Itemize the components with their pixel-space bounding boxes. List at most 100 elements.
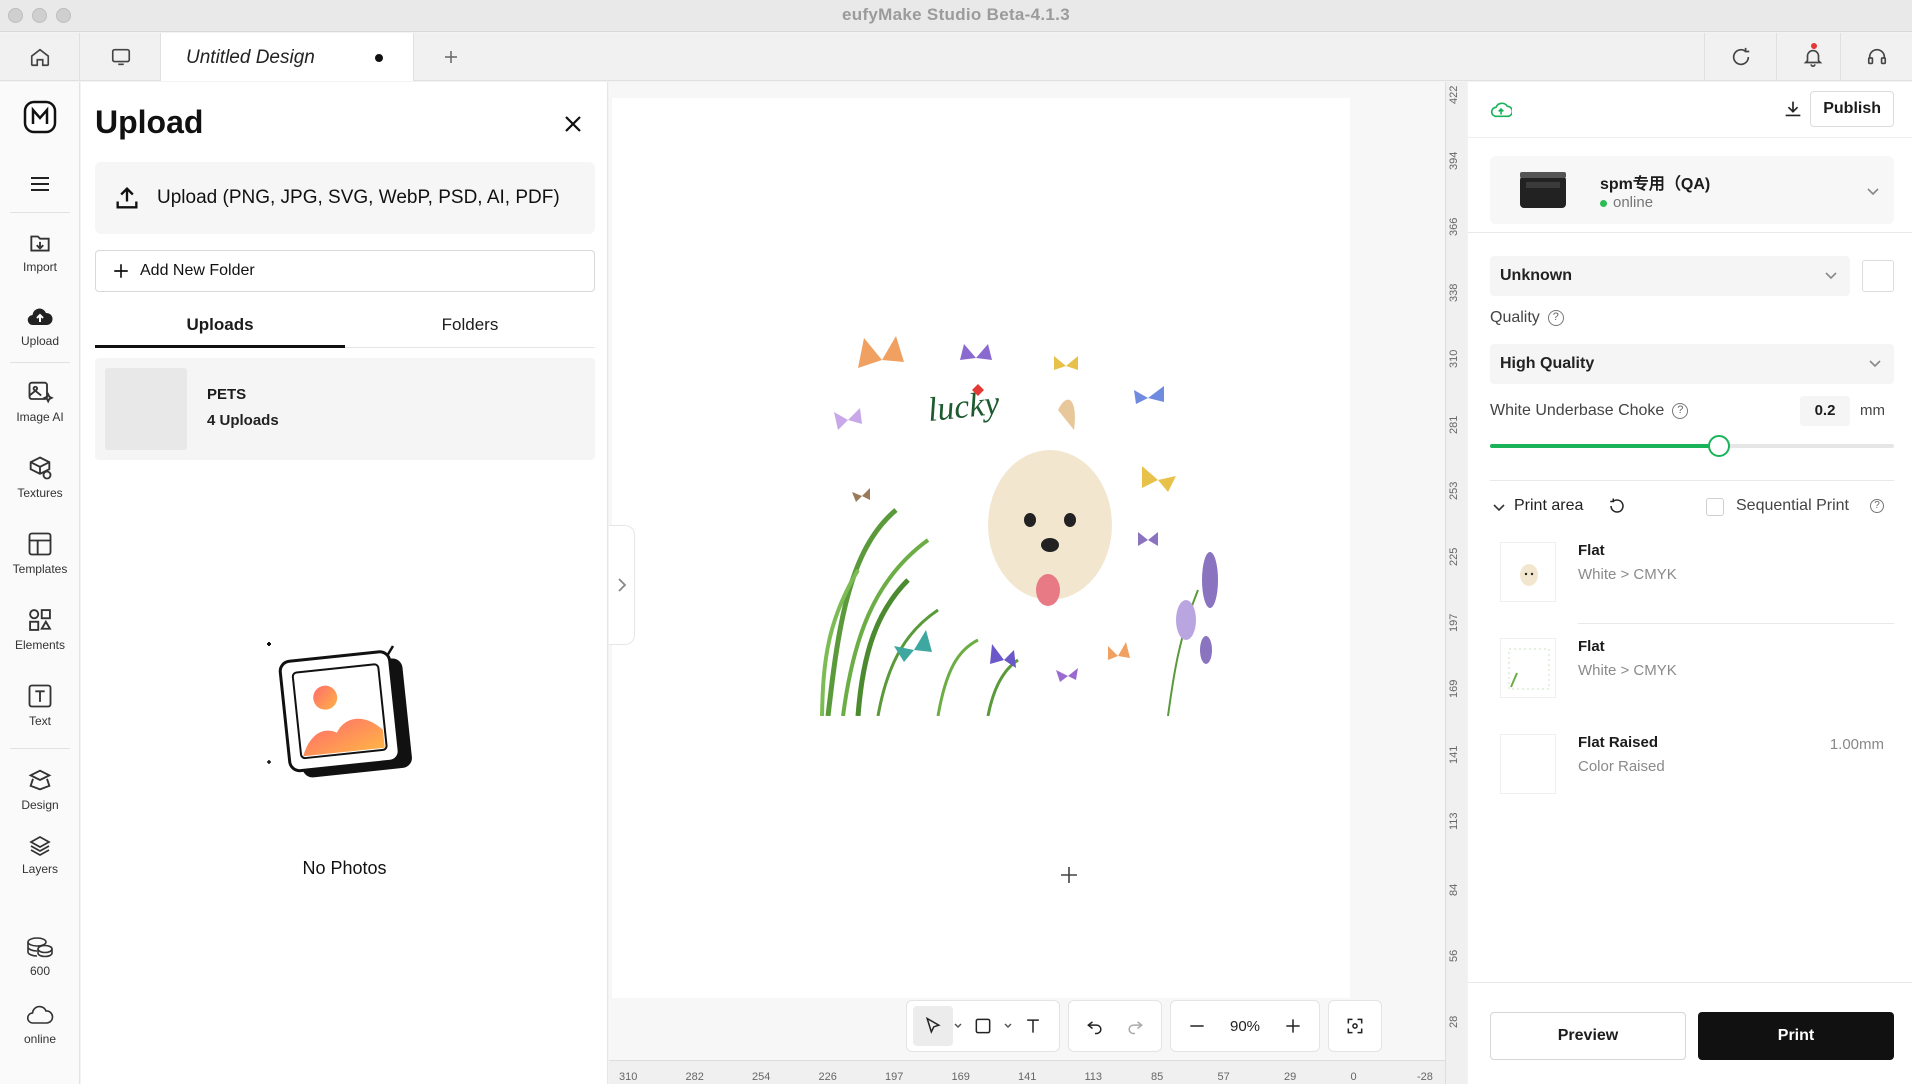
chevron-down-icon[interactable] [953, 1021, 963, 1031]
canvas-artwork[interactable]: lucky [818, 300, 1224, 716]
print-area-thumbnail [1500, 734, 1556, 794]
print-area-thumbnail [1500, 638, 1556, 698]
rail-label-upload: Upload [20, 334, 60, 348]
folder-count: 4 Uploads [207, 412, 279, 429]
print-button[interactable]: Print [1698, 1012, 1894, 1060]
quality-select[interactable]: High Quality [1490, 344, 1894, 384]
bell-icon [1803, 49, 1822, 67]
refresh-icon [1732, 47, 1749, 66]
rail-item-layers[interactable]: Layers [0, 834, 80, 876]
choke-value-input[interactable]: 0.2 [1800, 396, 1850, 426]
tab-uploads[interactable]: Uploads [95, 308, 345, 348]
select-tool-button[interactable] [913, 1006, 953, 1046]
material-select[interactable]: Unknown [1490, 256, 1850, 296]
sequential-print-checkbox[interactable] [1706, 498, 1724, 516]
rail-item-elements[interactable]: Elements [0, 606, 80, 652]
device-selector[interactable]: spm专用（QA) online [1490, 156, 1894, 224]
design-icon [28, 769, 52, 791]
upload-files-button[interactable]: Upload (PNG, JPG, SVG, WebP, PSD, AI, PD… [95, 162, 595, 234]
notifications-button[interactable] [1776, 33, 1848, 81]
ruler-tick-label: 85 [1151, 1071, 1164, 1083]
tab-folders[interactable]: Folders [345, 308, 595, 348]
tab-untitled-design[interactable]: Untitled Design [161, 33, 414, 81]
ruler-tick-label: 113 [1448, 812, 1460, 830]
rail-label-textures: Textures [17, 486, 63, 500]
download-icon[interactable] [1782, 98, 1804, 120]
rail-label-elements: Elements [14, 638, 66, 652]
chevron-down-icon [1867, 188, 1879, 196]
rail-item-textures[interactable]: Textures [0, 454, 80, 500]
chevron-down-icon [1869, 360, 1881, 368]
print-area-label: Print area [1514, 497, 1584, 514]
chevron-down-icon[interactable] [1003, 1021, 1013, 1031]
vertical-ruler: 422 394 366 338 310 281 253 225 197 169 141 113 84 56… [1445, 82, 1467, 1084]
print-area-item[interactable]: Flat Raised Color Raised 1.00mm [1490, 726, 1894, 802]
ruler-tick-label: -28 [1417, 1071, 1433, 1083]
rail-item-templates[interactable]: Templates [0, 530, 80, 576]
rail-item-image-ai[interactable]: Image AI [0, 378, 80, 424]
rail-label-design: Design [21, 798, 59, 812]
rail-item-import[interactable]: Import [0, 230, 80, 274]
zoom-in-button[interactable] [1273, 1006, 1313, 1046]
folder-item-pets[interactable]: PETS 4 Uploads [95, 358, 595, 460]
zoom-out-button[interactable] [1177, 1006, 1217, 1046]
right-panel: Publish spm专用（QA) online Unknown Quality… [1468, 82, 1912, 1084]
ruler-tick-label: 197 [1448, 613, 1460, 632]
print-area-item[interactable]: Flat White > CMYK [1490, 630, 1894, 706]
publish-button[interactable]: Publish [1810, 91, 1894, 127]
home-icon [30, 48, 49, 67]
ruler-tick-label: 281 [1448, 415, 1460, 434]
collapse-panel-button[interactable] [609, 525, 635, 645]
cloud-sync-icon[interactable] [1490, 100, 1512, 120]
new-tab-button[interactable] [415, 33, 487, 81]
shape-tool-button[interactable] [963, 1006, 1003, 1046]
preview-button[interactable]: Preview [1490, 1012, 1686, 1060]
lucky-text: lucky [926, 385, 1002, 429]
material-color-swatch[interactable] [1862, 260, 1894, 292]
help-icon[interactable]: ? [1547, 309, 1564, 326]
horizontal-ruler: 310 282 254 226 197 169 141 113 85 57 29 0 -28 [609, 1060, 1445, 1084]
slider-handle[interactable] [1708, 435, 1731, 457]
status-dot-icon [1600, 199, 1607, 207]
add-new-folder-button[interactable]: Add New Folder [95, 250, 595, 292]
print-area-name: Flat Raised [1578, 734, 1659, 751]
fit-screen-button[interactable] [1335, 1006, 1375, 1046]
text-tool-button[interactable] [1013, 1006, 1053, 1046]
choke-slider[interactable] [1490, 435, 1894, 457]
projects-button[interactable] [81, 33, 161, 81]
refresh-button[interactable] [1704, 33, 1776, 81]
butterfly-thumbnail-icon [1508, 648, 1550, 690]
monitor-icon [111, 48, 130, 66]
rail-item-upload[interactable]: Upload [0, 304, 80, 348]
upload-label: Upload (PNG, JPG, SVG, WebP, PSD, AI, PD… [157, 187, 560, 208]
minus-icon [1190, 1025, 1204, 1027]
refresh-icon[interactable] [1608, 497, 1626, 515]
rectangle-icon [975, 1018, 991, 1034]
rail-item-text[interactable]: Text [0, 682, 80, 728]
chevron-right-icon [617, 578, 626, 592]
ruler-tick-label: 29 [1284, 1071, 1297, 1083]
close-panel-button[interactable] [561, 112, 585, 136]
help-icon[interactable]: ? [1870, 499, 1884, 513]
support-button[interactable] [1840, 33, 1912, 81]
home-button[interactable] [0, 33, 80, 81]
menu-button[interactable] [0, 172, 80, 196]
help-icon[interactable]: ? [1672, 402, 1689, 419]
layers-icon [29, 836, 51, 856]
print-area-item[interactable]: Flat White > CMYK [1490, 534, 1894, 610]
ruler-tick-label: 28 [1448, 1015, 1460, 1028]
redo-button[interactable] [1115, 1006, 1155, 1046]
device-status: online [1600, 194, 1653, 211]
credits-button[interactable]: 600 [0, 934, 80, 978]
undo-button[interactable] [1075, 1006, 1115, 1046]
chevron-down-icon[interactable] [1492, 500, 1506, 514]
ruler-tick-label: 0 [1350, 1071, 1357, 1083]
rail-item-design[interactable]: Design [0, 766, 80, 812]
lavender-illustration [1176, 552, 1218, 664]
connection-status[interactable]: online [0, 1002, 80, 1046]
zoom-level[interactable]: 90% [1217, 1018, 1273, 1035]
redo-icon [1128, 1021, 1143, 1035]
upload-tabs: Uploads Folders [95, 308, 595, 348]
print-area-header: Print area Sequential Print ? [1490, 494, 1894, 520]
print-area-name: Flat [1578, 638, 1605, 655]
